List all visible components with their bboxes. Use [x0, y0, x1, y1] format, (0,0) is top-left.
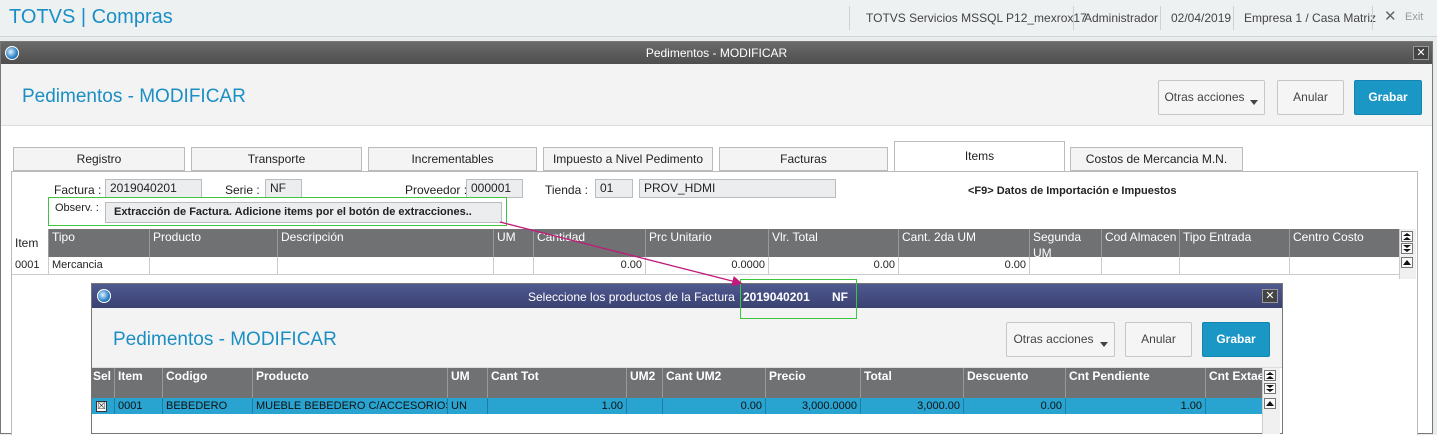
annotation-arrow: [499, 221, 743, 287]
